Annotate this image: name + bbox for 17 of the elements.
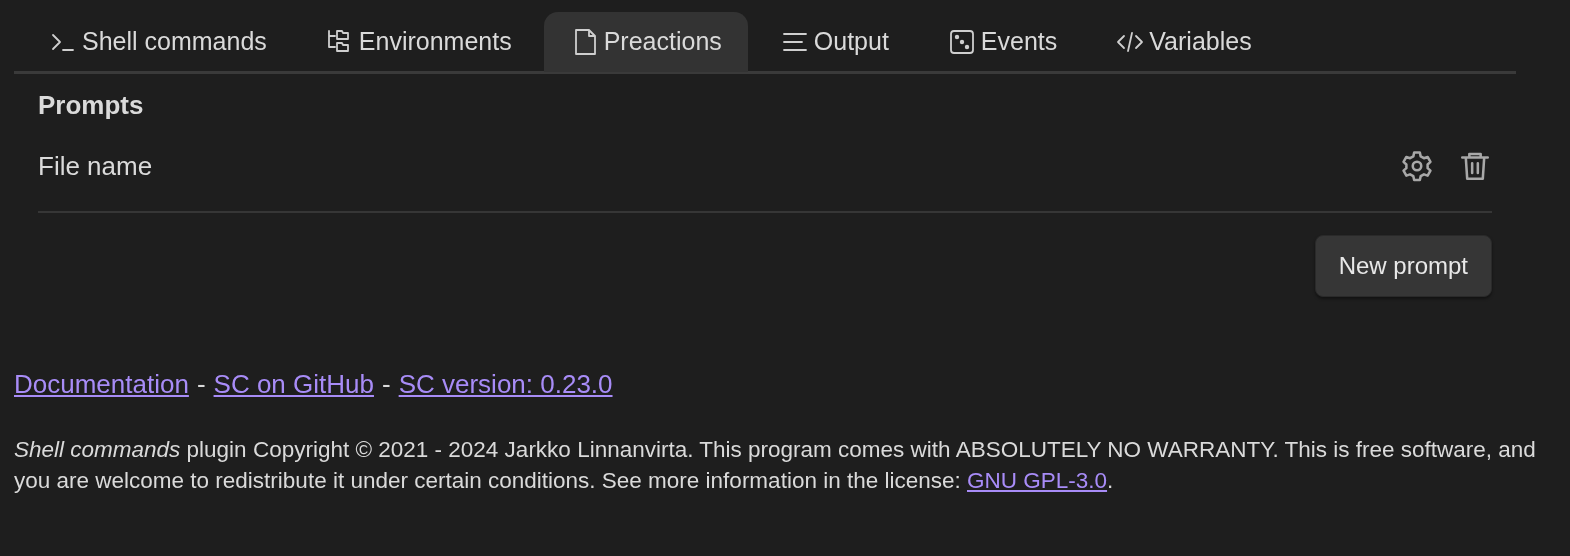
tab[interactable]: Preactions	[543, 12, 748, 72]
tab[interactable]: Environments	[298, 12, 538, 72]
separator: -	[381, 368, 391, 402]
prompt-name: File name	[38, 149, 153, 183]
separator: -	[196, 368, 206, 402]
new-prompt-button[interactable]: New prompt	[1314, 235, 1492, 298]
license-text: Shell commands plugin Copyright © 2021 - 2024 Jarkko Linnanvirta. This program comes with ABSOLUTELY NO WARRANTY. This is free software, and you are welcome to redistribute it under certain conditions. See more information in the license: GNU GPL-3.0.	[13, 436, 1537, 496]
settings-icon[interactable]	[1400, 149, 1434, 184]
tab[interactable]: Output	[753, 12, 915, 72]
link[interactable]: SC on GitHub	[213, 365, 374, 405]
link[interactable]: Documentation	[14, 365, 189, 405]
section-title: Prompts	[38, 90, 145, 122]
tab[interactable]: Shell commands	[22, 12, 293, 72]
tab[interactable]: Events	[920, 12, 1084, 72]
license-link[interactable]: GNU GPL-3.0	[967, 468, 1108, 494]
tab[interactable]: Variables	[1089, 12, 1278, 72]
link[interactable]: SC version: 0.23.0	[398, 365, 613, 405]
